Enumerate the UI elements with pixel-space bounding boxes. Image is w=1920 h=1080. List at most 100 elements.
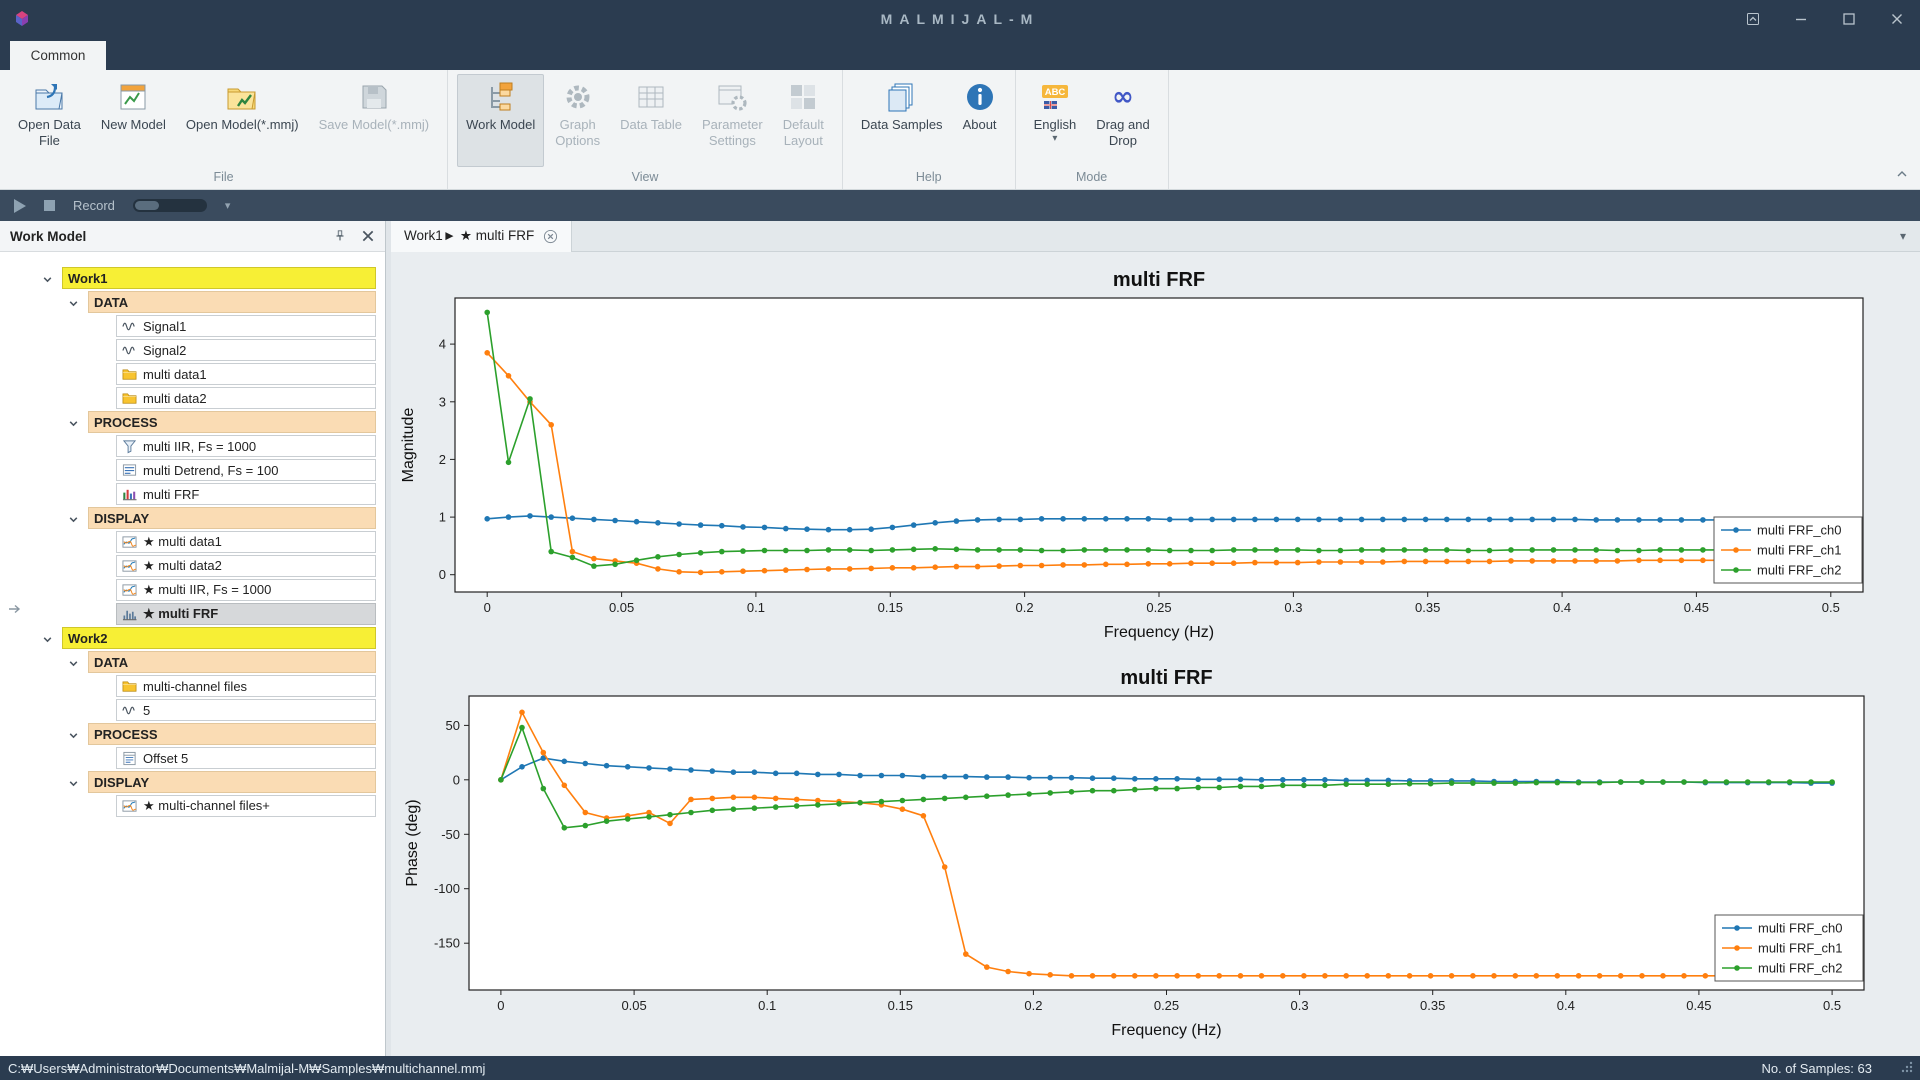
ribbon-button-open-model-mmj[interactable]: Open Model(*.mmj) xyxy=(177,74,308,167)
tree-item-multi-iir-fs-1000[interactable]: multi IIR, Fs = 1000 xyxy=(0,434,385,458)
tree-item-5[interactable]: 5 xyxy=(0,698,385,722)
tree-item-data[interactable]: DATA xyxy=(0,290,385,314)
tree-item-multi-frf[interactable]: ★ multi FRF xyxy=(0,602,385,626)
close-button[interactable] xyxy=(1888,10,1906,28)
tree-item-multi-data2[interactable]: ★ multi data2 xyxy=(0,554,385,578)
ribbon-button-label: About xyxy=(963,117,997,133)
tree-item-label: Work1 xyxy=(68,271,108,286)
stop-button[interactable] xyxy=(44,200,55,211)
tree-expand-caret-icon[interactable] xyxy=(68,656,80,668)
tree-item-signal2[interactable]: Signal2 xyxy=(0,338,385,362)
tree-expand-caret-icon[interactable] xyxy=(68,776,80,788)
dock-arrow-icon xyxy=(8,601,22,619)
tab-common[interactable]: Common xyxy=(10,41,106,70)
tree-item-signal1[interactable]: Signal1 xyxy=(0,314,385,338)
pin-icon[interactable] xyxy=(333,229,347,243)
ribbon-button-open-data-file[interactable]: Open Data File xyxy=(9,74,90,167)
signal-icon xyxy=(122,319,137,334)
folder-icon xyxy=(122,679,137,694)
svg-text:multi FRF_ch1: multi FRF_ch1 xyxy=(1757,543,1842,558)
svg-text:0: 0 xyxy=(497,998,504,1013)
tree-expand-caret-icon[interactable] xyxy=(68,728,80,740)
ribbon-group-label: File xyxy=(3,167,444,189)
svg-text:0.35: 0.35 xyxy=(1420,998,1445,1013)
tree-expand-caret-icon[interactable] xyxy=(68,512,80,524)
ribbon-button-about[interactable]: About xyxy=(954,74,1006,167)
document-tabbar: Work1► ★ multi FRF ▾ xyxy=(391,221,1920,252)
open-data-file-icon xyxy=(32,80,66,114)
tree-item-multi-data1[interactable]: ★ multi data1 xyxy=(0,530,385,554)
svg-text:0.45: 0.45 xyxy=(1684,600,1709,615)
tree-item-label: multi data1 xyxy=(143,367,207,382)
svg-text:multi FRF_ch0: multi FRF_ch0 xyxy=(1757,523,1842,538)
tree-item-multi-frf[interactable]: multi FRF xyxy=(0,482,385,506)
document-tab-label: Work1► ★ multi FRF xyxy=(404,228,534,244)
tree-item-multi-iir-fs-1000[interactable]: ★ multi IIR, Fs = 1000 xyxy=(0,578,385,602)
collapse-ribbon-icon[interactable] xyxy=(1896,165,1908,183)
tree-item-process[interactable]: PROCESS xyxy=(0,410,385,434)
data-table-icon xyxy=(634,80,668,114)
record-slider-knob[interactable] xyxy=(135,201,159,210)
drag-drop-icon: ∞ xyxy=(1106,80,1140,114)
svg-text:0.05: 0.05 xyxy=(621,998,646,1013)
work-model-panel: Work Model Work1DATASignal1Signal2multi … xyxy=(0,221,386,1056)
tree-item-multi-detrend-fs-100[interactable]: multi Detrend, Fs = 100 xyxy=(0,458,385,482)
ribbon-button-label: New Model xyxy=(101,117,166,133)
document-tab[interactable]: Work1► ★ multi FRF xyxy=(391,221,572,252)
tree-item-label: Signal2 xyxy=(143,343,186,358)
statusbar: C:₩Users₩Administrator₩Documents₩Malmija… xyxy=(0,1056,1920,1080)
tree-item-data[interactable]: DATA xyxy=(0,650,385,674)
ribbon-button-new-model[interactable]: New Model xyxy=(92,74,175,167)
resize-grip[interactable] xyxy=(1900,1060,1914,1077)
ribbon-group-label: Mode xyxy=(1019,167,1165,189)
svg-text:0.3: 0.3 xyxy=(1284,600,1302,615)
tree-item-offset-5[interactable]: Offset 5 xyxy=(0,746,385,770)
magnitude-chart[interactable]: multi FRF00.050.10.150.20.250.30.350.40.… xyxy=(395,262,1880,648)
ribbon-button-label: Save Model(*.mmj) xyxy=(319,117,430,133)
tree-item-multi-data2[interactable]: multi data2 xyxy=(0,386,385,410)
tree-expand-caret-icon[interactable] xyxy=(68,416,80,428)
ribbon-button-drag-and-drop[interactable]: ∞Drag and Drop xyxy=(1087,74,1158,167)
tree-item-label: ★ multi data2 xyxy=(143,558,222,574)
tree-item-display[interactable]: DISPLAY xyxy=(0,506,385,530)
ribbon-group-label: Help xyxy=(846,167,1012,189)
tree-expand-caret-icon[interactable] xyxy=(42,272,54,284)
tree-item-label: DISPLAY xyxy=(94,511,149,526)
svg-text:0.1: 0.1 xyxy=(758,998,776,1013)
tab-list-caret-icon[interactable]: ▾ xyxy=(1900,229,1906,243)
ribbon-button-data-samples[interactable]: Data Samples xyxy=(852,74,952,167)
ribbon-button-label: Data Samples xyxy=(861,117,943,133)
play-button[interactable] xyxy=(14,199,26,213)
ribbon-button-label: Data Table xyxy=(620,117,682,133)
ribbon-button-english[interactable]: ABCEnglish▾ xyxy=(1025,74,1086,167)
window-title: MALMIJAL-M xyxy=(0,0,1920,38)
svg-text:0: 0 xyxy=(484,600,491,615)
svg-text:0.25: 0.25 xyxy=(1146,600,1171,615)
ribbon-button-graph-options: Graph Options xyxy=(546,74,609,167)
panel-close-icon[interactable] xyxy=(361,229,375,243)
about-icon xyxy=(963,80,997,114)
tree-item-display[interactable]: DISPLAY xyxy=(0,770,385,794)
tree-item-process[interactable]: PROCESS xyxy=(0,722,385,746)
record-dropdown-caret-icon[interactable]: ▾ xyxy=(225,199,231,212)
tree-item-label: PROCESS xyxy=(94,415,158,430)
tree-item-work2[interactable]: Work2 xyxy=(0,626,385,650)
ribbon-group-file: Open Data File New Model Open Model(*.mmj)… xyxy=(0,70,448,189)
record-slider[interactable] xyxy=(133,199,207,212)
tree-item-work1[interactable]: Work1 xyxy=(0,266,385,290)
tab-close-icon[interactable] xyxy=(543,229,558,244)
tree-item-multi-data1[interactable]: multi data1 xyxy=(0,362,385,386)
maximize-button[interactable] xyxy=(1840,10,1858,28)
tree-item-multi-channel-files[interactable]: multi-channel files xyxy=(0,674,385,698)
ribbon-display-options-button[interactable] xyxy=(1744,10,1762,28)
svg-text:multi FRF_ch2: multi FRF_ch2 xyxy=(1757,563,1842,578)
tree-expand-caret-icon[interactable] xyxy=(42,632,54,644)
svg-text:-150: -150 xyxy=(434,936,460,951)
svg-text:4: 4 xyxy=(439,337,446,352)
ribbon-button-work-model[interactable]: Work Model xyxy=(457,74,544,167)
minimize-button[interactable] xyxy=(1792,10,1810,28)
ribbon-button-label: Default Layout xyxy=(783,117,824,148)
phase-chart[interactable]: multi FRF00.050.10.150.20.250.30.350.40.… xyxy=(395,660,1880,1046)
tree-item-multi-channel-files[interactable]: ★ multi-channel files+ xyxy=(0,794,385,818)
tree-expand-caret-icon[interactable] xyxy=(68,296,80,308)
